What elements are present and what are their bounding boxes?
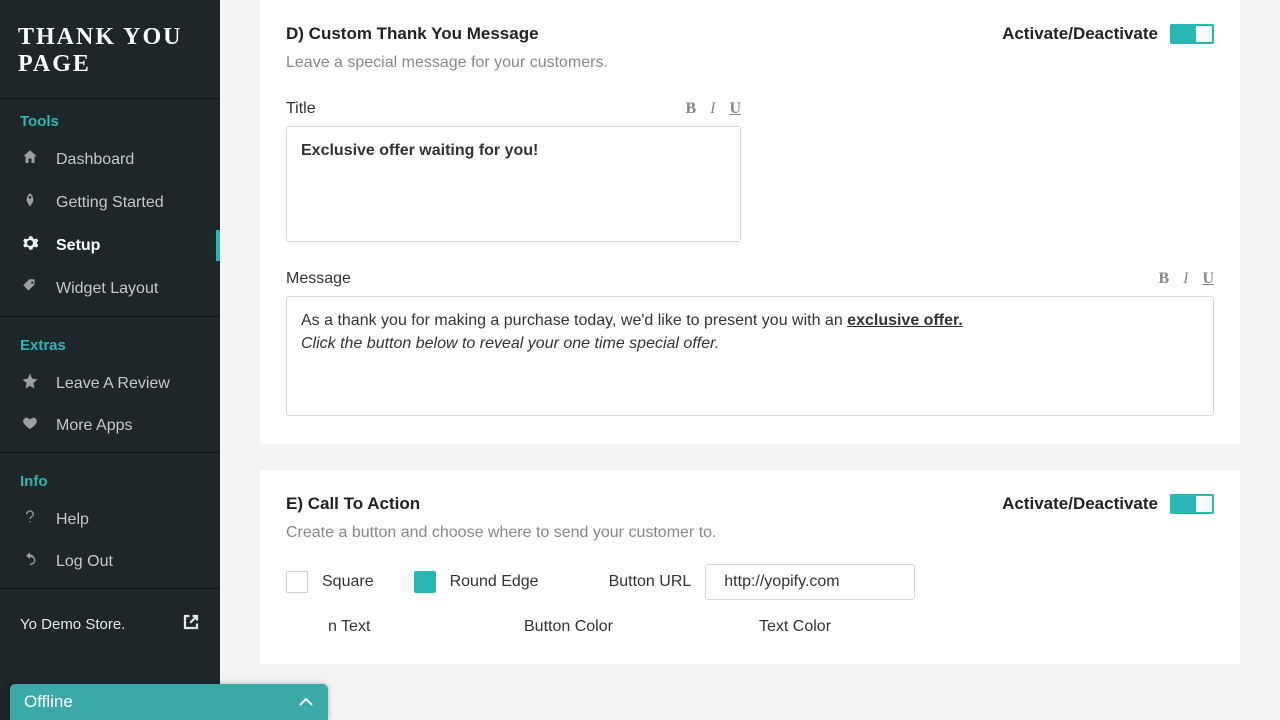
card-e-sub: Create a button and choose where to send… (286, 524, 716, 542)
sidebar-item-label: Leave A Review (56, 375, 170, 393)
sidebar-item-review[interactable]: Leave A Review (0, 362, 220, 405)
sidebar-item-logout[interactable]: Log Out (0, 541, 220, 582)
sidebar-item-label: Log Out (56, 553, 113, 571)
italic-button[interactable]: I (1183, 270, 1188, 288)
sidebar-item-label: Dashboard (56, 151, 134, 169)
card-d-title: D) Custom Thank You Message (286, 24, 608, 44)
section-extras: Extras (0, 323, 220, 362)
store-link[interactable]: Yo Demo Store. (0, 595, 220, 649)
sidebar-item-setup[interactable]: Setup (0, 224, 220, 267)
logo: THANK YOU PAGE (0, 0, 220, 99)
message-editor[interactable]: As a thank you for making a purchase tod… (286, 296, 1214, 416)
square-label: Square (322, 573, 374, 591)
format-controls-message: B I U (1158, 270, 1214, 288)
sidebar-item-getting-started[interactable]: Getting Started (0, 181, 220, 224)
home-icon (20, 148, 40, 171)
url-label: Button URL (609, 573, 692, 591)
logo-text: THANK YOU PAGE (18, 24, 182, 77)
sidebar-item-label: More Apps (56, 417, 132, 435)
underline-button[interactable]: U (729, 100, 741, 118)
format-controls-title: B I U (685, 100, 741, 118)
card-custom-message: D) Custom Thank You Message Leave a spec… (260, 0, 1240, 444)
divider (0, 316, 220, 317)
card-e-title: E) Call To Action (286, 494, 716, 514)
toggle-d[interactable] (1170, 24, 1214, 44)
title-field-label: Title (286, 100, 316, 118)
button-text-label: n Text (286, 618, 524, 636)
sidebar-item-dashboard[interactable]: Dashboard (0, 138, 220, 181)
toggle-label: Activate/Deactivate (1002, 494, 1158, 514)
message-text: As a thank you for making a purchase tod… (301, 312, 847, 329)
rocket-icon (20, 191, 40, 214)
chevron-up-icon (298, 692, 314, 712)
bold-button[interactable]: B (1158, 270, 1169, 288)
section-info: Info (0, 459, 220, 498)
star-icon (20, 372, 40, 395)
section-tools: Tools (0, 99, 220, 138)
bold-button[interactable]: B (685, 100, 696, 118)
italic-button[interactable]: I (710, 100, 715, 118)
title-editor[interactable]: Exclusive offer waiting for you! (286, 126, 741, 242)
divider (0, 588, 220, 589)
sidebar: THANK YOU PAGE Tools Dashboard Getting S… (0, 0, 220, 720)
divider (0, 452, 220, 453)
url-input[interactable] (705, 564, 915, 600)
store-name: Yo Demo Store. (20, 616, 125, 633)
tag-icon (20, 277, 40, 300)
gear-icon (20, 234, 40, 257)
undo-icon (20, 551, 40, 572)
main-content: D) Custom Thank You Message Leave a spec… (220, 0, 1280, 720)
sidebar-item-widget-layout[interactable]: Widget Layout (0, 267, 220, 310)
sidebar-item-help[interactable]: Help (0, 498, 220, 541)
sidebar-item-label: Setup (56, 237, 100, 255)
toggle-label: Activate/Deactivate (1002, 24, 1158, 44)
heart-icon (20, 415, 40, 436)
sidebar-item-moreapps[interactable]: More Apps (0, 405, 220, 446)
round-label: Round Edge (450, 573, 539, 591)
offline-label: Offline (24, 692, 73, 712)
message-underline: exclusive offer. (847, 312, 963, 329)
sidebar-item-label: Getting Started (56, 194, 164, 212)
text-color-label: Text Color (759, 618, 831, 636)
card-d-sub: Leave a special message for your custome… (286, 54, 608, 72)
button-color-label: Button Color (524, 618, 759, 636)
offline-bar[interactable]: Offline (10, 684, 328, 720)
message-field-label: Message (286, 270, 351, 288)
underline-button[interactable]: U (1202, 270, 1214, 288)
external-link-icon (182, 613, 200, 635)
checkbox-square[interactable] (286, 571, 308, 593)
checkbox-round[interactable] (414, 571, 436, 593)
sidebar-item-label: Help (56, 511, 89, 529)
sidebar-item-label: Widget Layout (56, 280, 158, 298)
toggle-e[interactable] (1170, 494, 1214, 514)
card-call-to-action: E) Call To Action Create a button and ch… (260, 470, 1240, 664)
message-line2: Click the button below to reveal your on… (301, 335, 719, 352)
title-value: Exclusive offer waiting for you! (301, 142, 538, 159)
question-icon (20, 508, 40, 531)
